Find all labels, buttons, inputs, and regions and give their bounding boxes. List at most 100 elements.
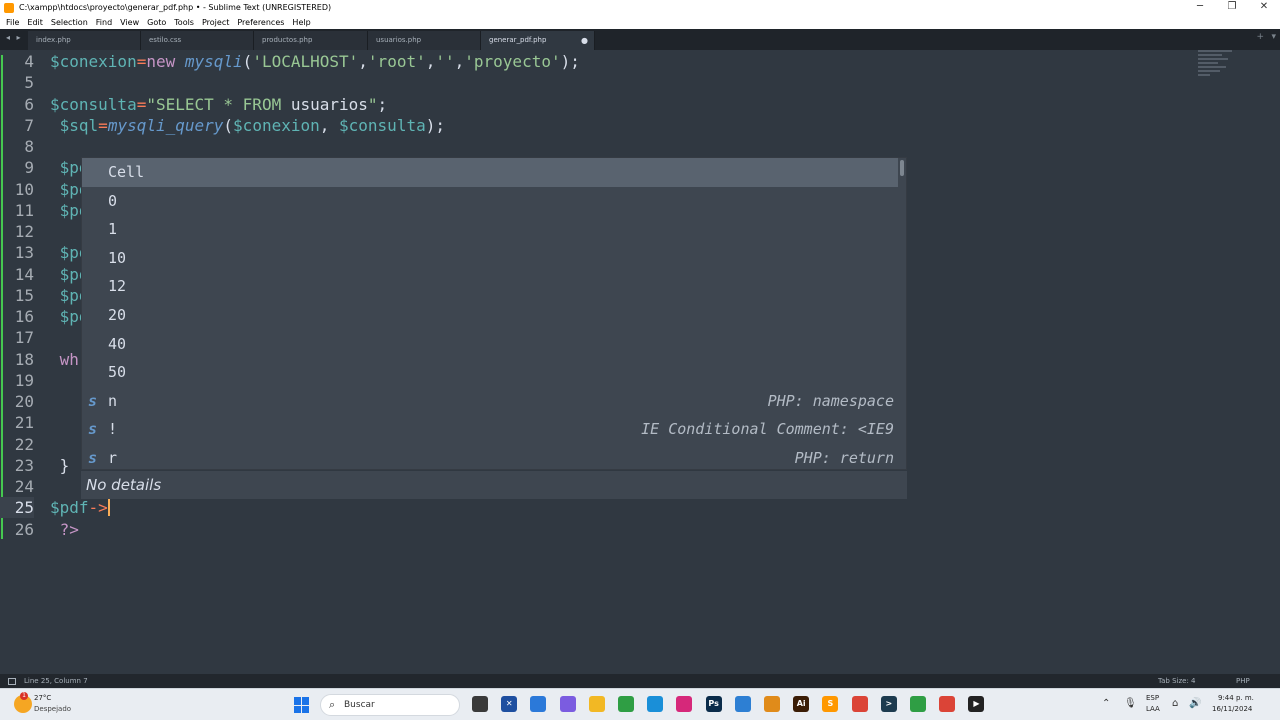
code-line[interactable]: 6 $consulta="SELECT * FROM usuarios"; (0, 94, 1280, 115)
tab-generar-pdf-php[interactable]: generar_pdf.php ● (481, 31, 595, 50)
code-token: $sql (50, 115, 99, 135)
line-code: $sql=mysqli_query($conexion, $consulta); (50, 115, 445, 136)
clock-time[interactable]: 9:44 p. m. (1218, 694, 1254, 702)
illustrator-icon[interactable]: Ai (793, 696, 810, 712)
autocomplete-item[interactable]: s n PHP: namespace (82, 387, 898, 416)
autocomplete-item[interactable]: s r PHP: return (82, 444, 898, 473)
code-token: , (454, 52, 465, 71)
tab-usuarios-php[interactable]: usuarios.php (368, 31, 481, 50)
autocomplete-item[interactable]: 1 (82, 215, 898, 244)
tab-list-chevron-down-icon[interactable]: ▾ (1271, 32, 1276, 42)
chrome-icon[interactable] (618, 696, 634, 712)
media-player-icon[interactable]: ▶ (968, 696, 985, 712)
autocomplete-scrollbar[interactable] (900, 160, 904, 176)
line-code: wh (50, 349, 79, 370)
code-line[interactable]: 4 $conexion=new mysqli('LOCALHOST','root'… (0, 51, 1280, 72)
edge-icon[interactable] (647, 696, 664, 712)
code-line[interactable]: 7 $sql=mysqli_query($conexion, $consulta… (0, 115, 1280, 136)
menu-find[interactable]: Find (96, 18, 112, 27)
store-icon[interactable] (530, 696, 547, 712)
code-line[interactable]: 5 (0, 72, 1280, 93)
file-explorer-icon[interactable] (588, 696, 605, 712)
code-token: $pdf (50, 498, 89, 518)
windows-start-icon[interactable] (294, 697, 310, 713)
code-line[interactable]: 25 $pdf-> (0, 497, 1280, 519)
chrome-beta-icon[interactable] (764, 696, 780, 712)
instagram-icon[interactable] (676, 696, 693, 712)
line-code: } (50, 455, 70, 476)
weather-temperature[interactable]: 27°C (34, 694, 51, 702)
menu-project[interactable]: Project (202, 18, 229, 27)
chrome-main-icon[interactable] (939, 696, 956, 712)
code-token: $consulta (339, 115, 426, 135)
code-token: $consulta (50, 94, 137, 114)
tab-productos-php[interactable]: productos.php (254, 31, 368, 50)
input-language[interactable]: ESP (1146, 694, 1159, 702)
code-token: , (358, 52, 368, 71)
copilot-icon[interactable] (559, 696, 576, 712)
minimap[interactable] (1198, 50, 1234, 86)
panel-toggle-icon[interactable] (8, 678, 16, 685)
sublime-text-icon[interactable]: S (822, 696, 839, 712)
tab-size-indicator[interactable]: Tab Size: 4 (1158, 674, 1195, 688)
line-number: 6 (24, 94, 34, 114)
sublime-app-icon (4, 2, 14, 13)
autocomplete-item[interactable]: 0 (82, 187, 898, 216)
autocomplete-item-label: Cell (108, 163, 145, 181)
network-icon[interactable]: ⌂ (1172, 698, 1178, 709)
new-tab-plus-icon[interactable]: + (1256, 32, 1264, 42)
menu-file[interactable]: File (6, 18, 19, 27)
line-code: $pdf-> (50, 497, 110, 518)
code-token: 'LOCALHOST' (252, 52, 359, 71)
clock-date[interactable]: 16/11/2024 (1212, 705, 1252, 713)
tab-scroll-arrows-icon[interactable]: ◂ ▸ (6, 33, 23, 42)
menu-preferences[interactable]: Preferences (237, 18, 284, 27)
syntax-indicator[interactable]: PHP (1236, 674, 1250, 688)
line-number: 12 (14, 222, 34, 241)
tab-label: generar_pdf.php (489, 36, 547, 44)
autocomplete-item[interactable]: Cell (82, 158, 898, 187)
visual-studio-icon[interactable]: ✕ (501, 696, 518, 712)
task-view-icon[interactable] (472, 696, 488, 712)
autocomplete-item-label: r (108, 449, 118, 467)
code-token: = (98, 115, 108, 135)
tab-index-php[interactable]: index.php (28, 31, 141, 50)
autocomplete-item[interactable]: s! IE Conditional Comment: <IE9 (82, 415, 898, 444)
chrome-dev-icon[interactable] (910, 696, 926, 712)
chrome-canary-icon[interactable] (734, 696, 751, 712)
autocomplete-details: No details (81, 471, 907, 499)
autocomplete-item-label: 10 (108, 248, 127, 267)
menu-view[interactable]: View (120, 18, 139, 27)
menu-help[interactable]: Help (292, 18, 310, 27)
weather-description[interactable]: Despejado (34, 705, 71, 713)
chrome-profile-icon[interactable] (851, 696, 868, 712)
close-button[interactable]: ✕ (1248, 0, 1280, 15)
minimap-line (1198, 70, 1220, 72)
keyboard-layout[interactable]: LAA (1146, 705, 1160, 713)
autocomplete-item[interactable]: 10 (82, 244, 898, 273)
code-token: ( (242, 52, 253, 71)
volume-icon[interactable]: 🔊 (1189, 698, 1201, 709)
code-line[interactable]: 8 (0, 136, 1280, 157)
tray-chevron-up-icon[interactable]: ⌃ (1102, 698, 1110, 709)
minimap-line (1198, 58, 1228, 60)
autocomplete-popup[interactable]: Cell 0 1 10 12 20 40 50 s n PHP: namespace s! IE Con… (81, 157, 907, 470)
menu-edit[interactable]: Edit (27, 18, 43, 27)
autocomplete-item-detail: IE Conditional Comment: <IE9 (641, 420, 894, 439)
autocomplete-item[interactable]: 50 (82, 358, 898, 387)
autocomplete-item[interactable]: 12 (82, 272, 898, 301)
minimize-button[interactable]: ─ (1184, 0, 1216, 15)
menu-goto[interactable]: Goto (147, 18, 166, 27)
terminal-icon[interactable]: > (880, 696, 897, 712)
autocomplete-item[interactable]: 40 (82, 330, 898, 359)
menu-selection[interactable]: Selection (51, 18, 88, 27)
tab-dirty-dot-icon[interactable]: ● (581, 31, 588, 50)
photoshop-icon[interactable]: Ps (705, 696, 722, 712)
taskbar-search-input[interactable]: ⌕ Buscar (320, 694, 460, 716)
autocomplete-item[interactable]: 20 (82, 301, 898, 330)
tab-estilo-css[interactable]: estilo.css (141, 31, 254, 50)
menu-tools[interactable]: Tools (174, 18, 194, 27)
code-line[interactable]: 26 ?> (0, 519, 1280, 540)
microphone-icon[interactable]: 🎙 (1124, 698, 1137, 709)
maximize-button[interactable]: ❐ (1216, 0, 1248, 15)
